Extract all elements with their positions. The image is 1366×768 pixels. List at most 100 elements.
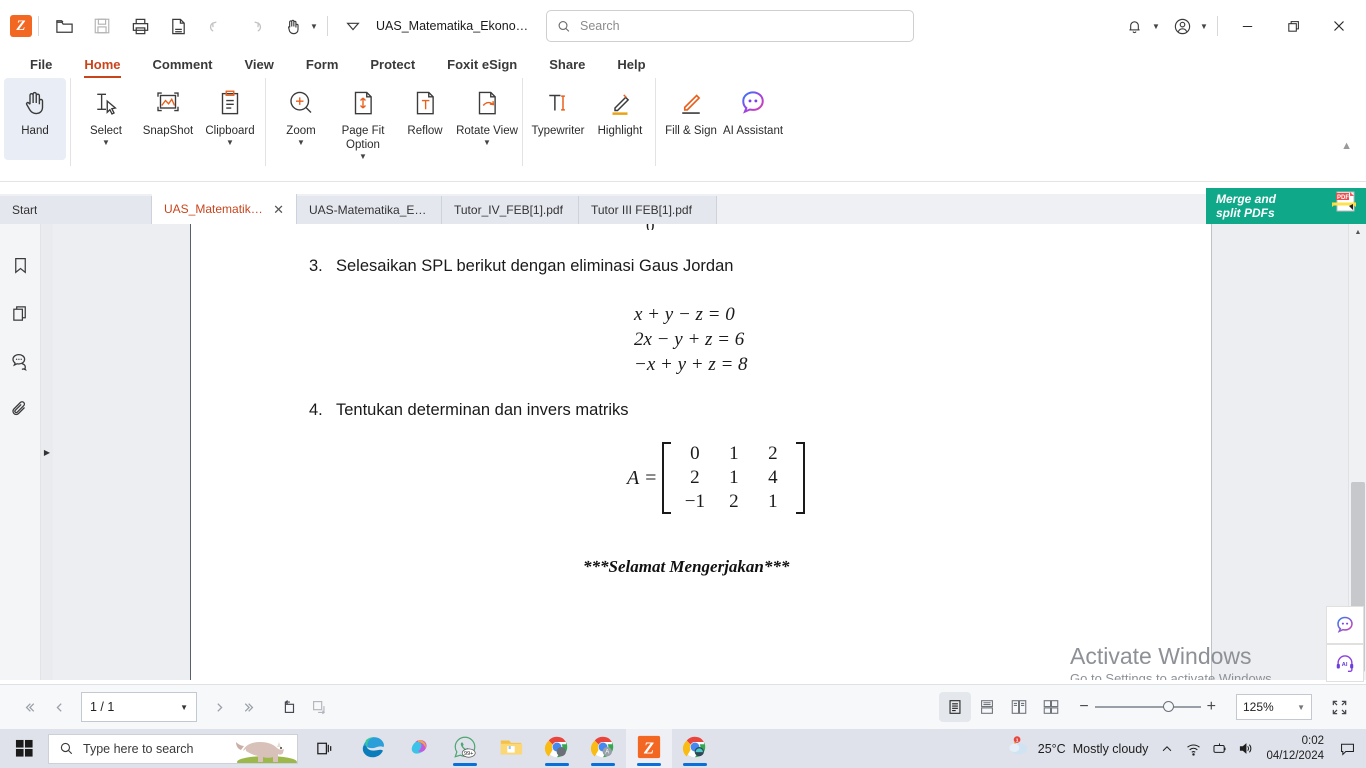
search-input[interactable] <box>580 19 903 33</box>
tab-tutor-iii-feb[interactable]: Tutor III FEB[1].pdf <box>579 196 717 224</box>
zoom-out-button[interactable]: − <box>1073 698 1094 716</box>
bell-icon[interactable] <box>1115 7 1153 45</box>
weather-widget[interactable]: 1 25°C Mostly cloudy <box>999 735 1155 762</box>
account-icon[interactable] <box>1163 7 1201 45</box>
volume-icon[interactable] <box>1232 729 1258 768</box>
page-fit-dropdown-caret[interactable]: ▼ <box>359 152 367 162</box>
bookmark-icon[interactable] <box>3 248 37 282</box>
windows-start-icon[interactable] <box>0 729 48 768</box>
two-page-view-button[interactable] <box>1003 692 1035 722</box>
next-page-button[interactable] <box>204 692 234 722</box>
fullscreen-button[interactable] <box>1324 692 1354 722</box>
reflow-button[interactable]: Reflow <box>394 78 456 160</box>
chrome-icon[interactable] <box>534 729 580 768</box>
zoom-slider-group[interactable]: − + <box>1073 698 1222 716</box>
rotate-view-dropdown-caret[interactable]: ▼ <box>483 138 491 148</box>
ai-assistant-button[interactable]: AI Assistant <box>722 78 784 160</box>
save-icon[interactable] <box>83 7 121 45</box>
undo-icon[interactable] <box>197 7 235 45</box>
snapshot-button[interactable]: SnapShot <box>137 78 199 160</box>
menu-help[interactable]: Help <box>601 52 661 78</box>
continuous-scroll-view-button[interactable] <box>971 692 1003 722</box>
wifi-icon[interactable] <box>1180 729 1206 768</box>
two-page-scroll-view-button[interactable] <box>1035 692 1067 722</box>
pages-icon[interactable] <box>3 296 37 330</box>
menu-form[interactable]: Form <box>290 52 355 78</box>
rotate-view-button[interactable]: Rotate View ▼ <box>456 78 518 160</box>
page-number-input[interactable]: 1 / 1 ▼ <box>81 692 197 722</box>
export-pdf-icon[interactable] <box>159 7 197 45</box>
page-fit-option-button[interactable]: Page Fit Option ▼ <box>332 78 394 162</box>
chrome-icon[interactable] <box>672 729 718 768</box>
ai-chat-icon[interactable] <box>1326 606 1364 644</box>
tab-start[interactable]: Start <box>0 196 152 224</box>
ai-support-headset-icon[interactable]: AI <box>1326 644 1364 682</box>
rotate-right-button[interactable] <box>304 692 334 722</box>
typewriter-button[interactable]: Typewriter <box>527 78 589 160</box>
hand-tool-dropdown-caret[interactable]: ▼ <box>307 7 321 45</box>
search-box[interactable] <box>546 10 914 42</box>
merge-split-pdfs-promo[interactable]: Merge and split PDFs PDF <box>1206 188 1366 224</box>
chevron-down-icon[interactable]: ▼ <box>1297 703 1305 712</box>
notification-dropdown-caret[interactable]: ▼ <box>1149 7 1163 45</box>
foxit-reader-icon[interactable]: Z <box>626 729 672 768</box>
last-page-button[interactable] <box>234 692 264 722</box>
tab-close-icon[interactable]: ✕ <box>273 203 284 216</box>
print-icon[interactable] <box>121 7 159 45</box>
menu-share[interactable]: Share <box>533 52 601 78</box>
task-view-icon[interactable] <box>302 729 346 768</box>
file-explorer-icon[interactable] <box>488 729 534 768</box>
single-page-view-button[interactable] <box>939 692 972 722</box>
select-button[interactable]: Select ▼ <box>75 78 137 160</box>
tab-uas-matematika-active[interactable]: UAS_Matematika_Ek... ✕ <box>152 194 297 224</box>
menu-comment[interactable]: Comment <box>137 52 229 78</box>
account-dropdown-caret[interactable]: ▼ <box>1197 7 1211 45</box>
attachments-icon[interactable] <box>3 392 37 426</box>
clipboard-button[interactable]: Clipboard ▼ <box>199 78 261 160</box>
edge-icon[interactable] <box>350 729 396 768</box>
clipboard-dropdown-caret[interactable]: ▼ <box>226 138 234 148</box>
prev-page-button[interactable] <box>44 692 74 722</box>
chevron-down-icon[interactable]: ▼ <box>180 703 188 712</box>
copilot-icon[interactable] <box>396 729 442 768</box>
zoom-level-input[interactable]: 125% ▼ <box>1236 694 1312 720</box>
chrome-icon[interactable]: A <box>580 729 626 768</box>
scroll-up-arrow-icon[interactable]: ▲ <box>1349 224 1366 241</box>
chevron-right-icon[interactable]: ▶ <box>41 224 53 680</box>
document-dropdown-icon[interactable] <box>334 7 372 45</box>
select-dropdown-caret[interactable]: ▼ <box>102 138 110 148</box>
redo-icon[interactable] <box>235 7 273 45</box>
highlight-button[interactable]: Highlight <box>589 78 651 160</box>
minimize-button[interactable] <box>1224 6 1270 46</box>
hand-tool-icon[interactable] <box>273 7 311 45</box>
zoom-in-button[interactable]: + <box>1201 698 1222 716</box>
hand-button[interactable]: Hand <box>4 78 66 160</box>
menu-file[interactable]: File <box>14 52 68 78</box>
first-page-button[interactable] <box>14 692 44 722</box>
show-hidden-icons-icon[interactable] <box>1154 729 1180 768</box>
taskbar-search-box[interactable]: Type here to search <box>48 733 298 764</box>
action-center-icon[interactable] <box>1332 729 1362 768</box>
zoom-button[interactable]: Zoom ▼ <box>270 78 332 160</box>
tab-tutor-iv-feb[interactable]: Tutor_IV_FEB[1].pdf <box>442 196 579 224</box>
taskbar-clock[interactable]: 0:02 04/12/2024 <box>1258 734 1332 764</box>
document-viewport[interactable]: 0 3. Selesaikan SPL berikut dengan elimi… <box>53 224 1348 680</box>
chevron-up-icon[interactable]: ▲ <box>1341 140 1352 152</box>
comments-icon[interactable] <box>3 344 37 378</box>
zoom-slider-track[interactable] <box>1094 701 1201 712</box>
tab-uas-matematika-ekono[interactable]: UAS-Matematika_Ekono... <box>297 196 442 224</box>
battery-icon[interactable] <box>1206 729 1232 768</box>
menu-view[interactable]: View <box>228 52 289 78</box>
menu-bar: File Home Comment View Form Protect Foxi… <box>0 52 1366 78</box>
zoom-slider-knob[interactable] <box>1162 701 1174 712</box>
rotate-left-button[interactable] <box>274 692 304 722</box>
menu-protect[interactable]: Protect <box>354 52 431 78</box>
close-button[interactable] <box>1316 6 1362 46</box>
whatsapp-icon[interactable]: 99+ <box>442 729 488 768</box>
menu-home[interactable]: Home <box>68 52 136 78</box>
zoom-dropdown-caret[interactable]: ▼ <box>297 138 305 148</box>
fill-and-sign-button[interactable]: Fill & Sign <box>660 78 722 160</box>
restore-button[interactable] <box>1270 6 1316 46</box>
menu-foxit-esign[interactable]: Foxit eSign <box>431 52 533 78</box>
open-file-icon[interactable] <box>45 7 83 45</box>
